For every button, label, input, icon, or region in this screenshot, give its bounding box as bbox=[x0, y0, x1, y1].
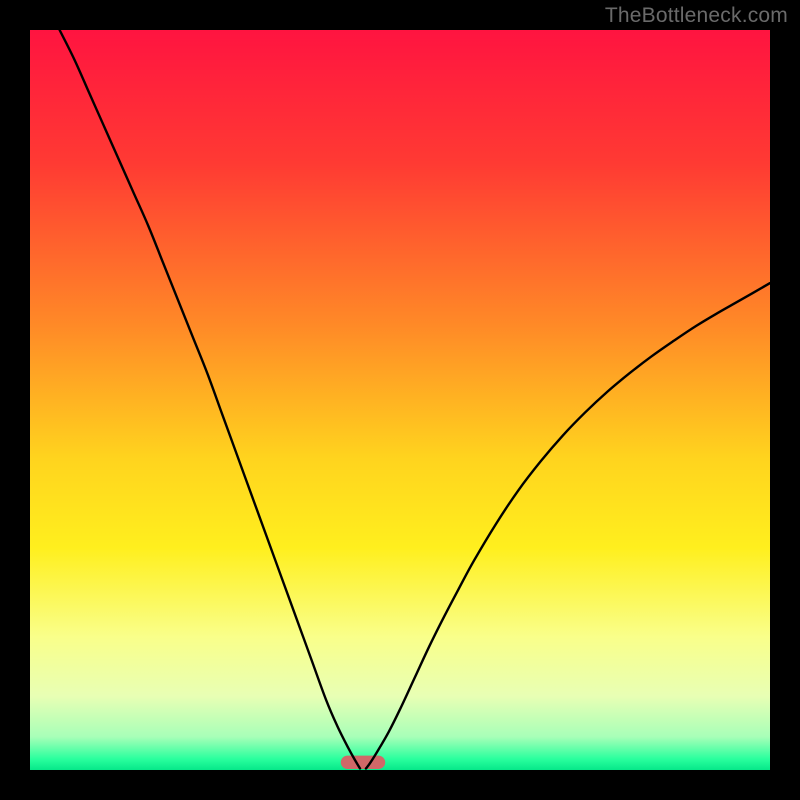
plot-area bbox=[30, 30, 770, 770]
gradient-background bbox=[30, 30, 770, 770]
watermark-text: TheBottleneck.com bbox=[605, 4, 788, 28]
chart-svg bbox=[30, 30, 770, 770]
outer-frame: TheBottleneck.com bbox=[0, 0, 800, 800]
minimum-marker bbox=[341, 756, 385, 769]
